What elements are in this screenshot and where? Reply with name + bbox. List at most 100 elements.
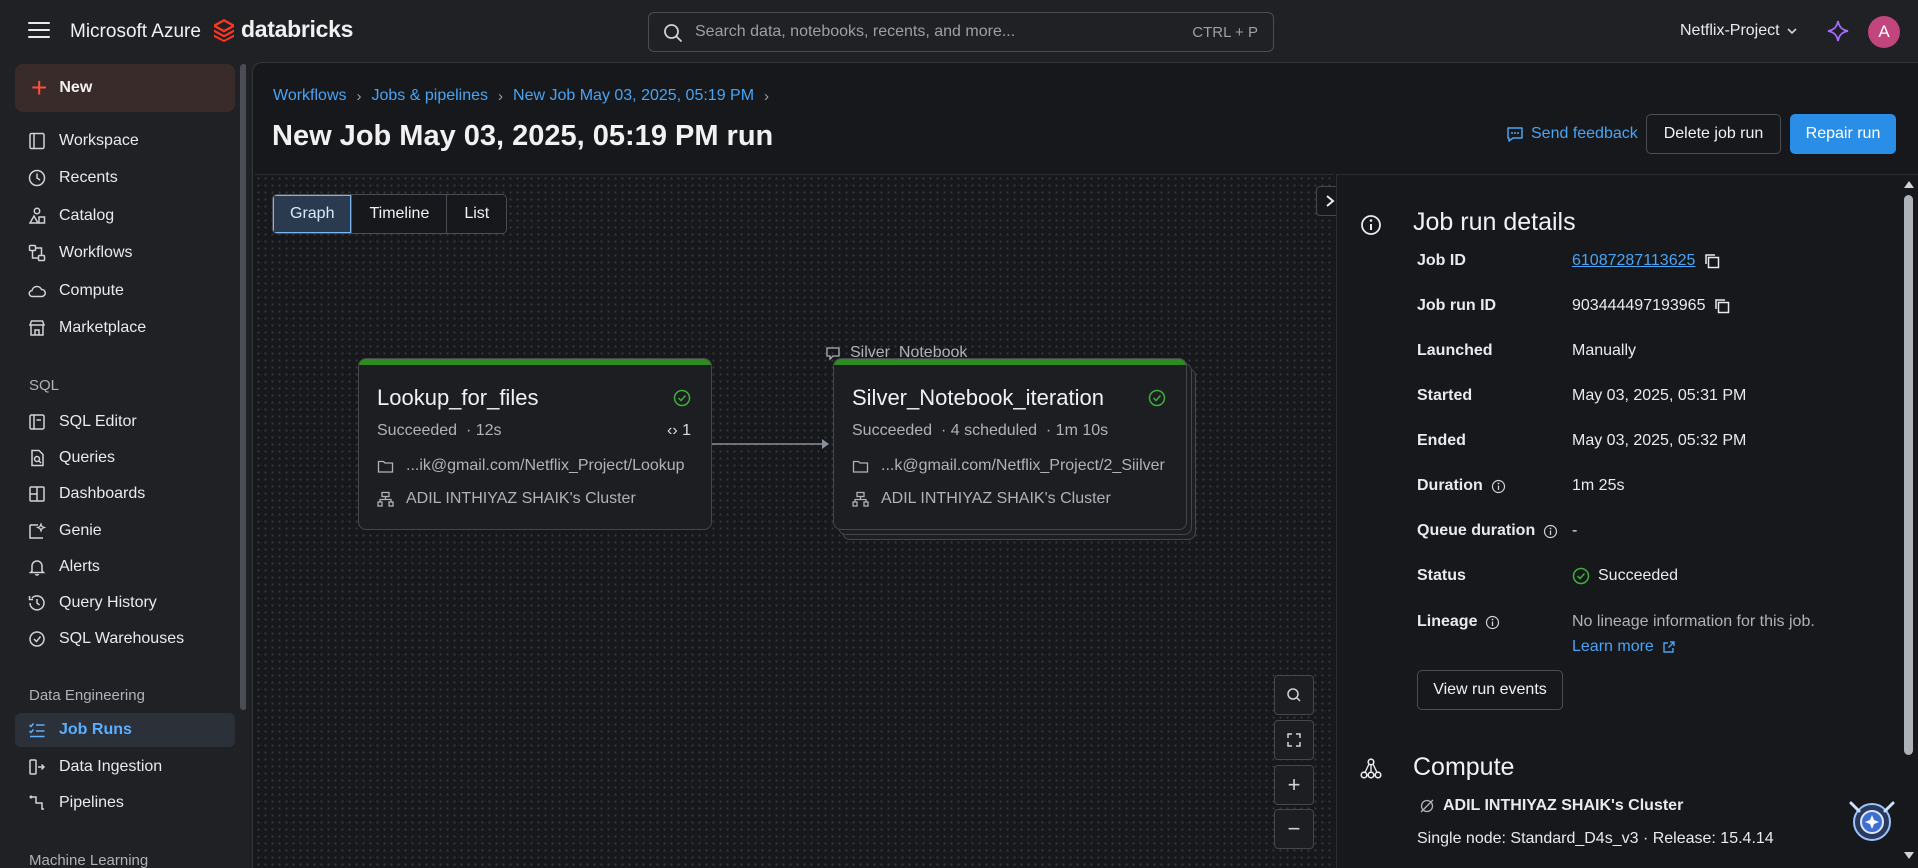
success-check-icon [1148,389,1166,407]
sidebar-item-label: SQL Editor [59,413,137,430]
folder-icon [852,460,869,473]
compute-cluster[interactable]: ADIL INTHIYAZ SHAIK's Cluster [1419,797,1683,815]
job-id-link[interactable]: 61087287113625 [1572,252,1695,270]
sidebar-item-sql-editor[interactable]: SQL Editor [15,405,235,439]
plus-icon: + [1287,772,1301,797]
scroll-down-arrow[interactable] [1904,852,1914,859]
sidebar-item-pipelines[interactable]: Pipelines [15,786,235,820]
breadcrumb-jobs-pipelines[interactable]: Jobs & pipelines [372,87,489,105]
zoom-out-button[interactable]: − [1274,809,1314,849]
breadcrumb-workflows[interactable]: Workflows [273,87,347,105]
repair-run-button[interactable]: Repair run [1790,114,1896,154]
sidebar-item-compute[interactable]: Compute [15,274,235,308]
workflows-icon [28,244,46,262]
job-run-id-label: Job run ID [1417,297,1497,314]
breadcrumb-job[interactable]: New Job May 03, 2025, 05:19 PM [513,87,754,105]
sidebar-item-alerts[interactable]: Alerts [15,550,235,584]
duration-label: Duration [1417,477,1506,495]
duration-value: 1m 25s [1572,477,1625,494]
job-id-label: Job ID [1417,252,1466,269]
sidebar-item-label: Catalog [59,207,115,224]
copy-icon[interactable] [1703,252,1721,270]
sidebar-item-recents[interactable]: Recents [15,161,235,195]
new-button-label: New [59,79,93,96]
sidebar-item-marketplace[interactable]: Marketplace [15,311,235,345]
sidebar-item-query-history[interactable]: Query History [15,586,235,620]
search-input[interactable]: Search data, notebooks, recents, and mor… [648,12,1274,52]
job-graph-canvas[interactable]: Graph Timeline List Lookup_for_files Suc… [255,174,1334,868]
sidebar-item-queries[interactable]: Queries [15,441,235,475]
chevron-down-icon [1787,28,1797,35]
ended-value: May 03, 2025, 05:32 PM [1572,432,1747,449]
info-icon[interactable] [1543,524,1558,539]
task-duration: · 1m 10s [1045,422,1109,439]
sidebar-item-genie[interactable]: Genie [15,514,235,548]
task-node-silver-iteration[interactable]: Silver_Notebook_iteration Succeeded · 4 … [833,358,1187,530]
task-node-lookup[interactable]: Lookup_for_files Succeeded · 12s ‹› 1 ..… [358,358,712,530]
sidebar-item-dashboards[interactable]: Dashboards [15,477,235,511]
task-notebook-path: ...ik@gmail.com/Netflix_Project/Lookup [377,457,685,475]
cluster-icon [377,491,394,507]
search-icon [664,24,683,43]
sidebar-item-label: Marketplace [59,319,147,336]
task-status: Succeeded [852,422,933,439]
assistant-sparkle-icon[interactable] [1826,19,1850,43]
sidebar-item-workflows[interactable]: Workflows [15,236,235,270]
tab-timeline[interactable]: Timeline [352,195,448,233]
task-cluster: ADIL INTHIYAZ SHAIK's Cluster [852,490,1111,508]
fit-view-button[interactable] [1274,720,1314,760]
menu-icon[interactable] [28,22,50,40]
main-content: Workflows › Jobs & pipelines › New Job M… [252,62,1918,868]
top-bar: Microsoft Azure databricks Search data, … [0,0,1918,64]
cluster-off-icon [1420,799,1434,813]
task-duration: · 12s [465,422,502,439]
started-label: Started [1417,387,1473,404]
store-icon [28,320,46,336]
tab-list[interactable]: List [447,195,507,233]
task-cluster-name: ADIL INTHIYAZ SHAIK's Cluster [881,490,1111,507]
external-link-icon [1663,641,1675,653]
workspace-selector[interactable]: Netflix-Project [1680,22,1798,40]
user-avatar[interactable]: A [1868,16,1900,48]
compute-title: Compute [1413,753,1515,781]
queue-duration-label: Queue duration [1417,522,1558,540]
sidebar-scrollbar[interactable] [240,64,246,710]
scroll-thumb[interactable] [1904,195,1913,755]
sidebar-item-workspace[interactable]: Workspace [15,124,235,158]
databricks-logo[interactable]: databricks [213,16,353,43]
learn-more-link[interactable]: Learn more [1572,638,1676,656]
info-icon[interactable] [1491,479,1506,494]
zoom-in-button[interactable]: + [1274,765,1314,805]
code-icon: ‹› [666,422,678,439]
bell-icon [28,560,46,576]
send-feedback-link[interactable]: Send feedback [1505,124,1638,144]
task-cluster-name: ADIL INTHIYAZ SHAIK's Cluster [406,490,636,507]
sidebar-item-label: Workspace [59,132,139,149]
search-icon [1287,688,1301,702]
sidebar-item-label: SQL Warehouses [59,630,185,647]
sidebar-item-job-runs[interactable]: Job Runs [15,713,235,747]
sidebar-item-catalog[interactable]: Catalog [15,199,235,233]
copy-icon[interactable] [1713,297,1731,315]
sidebar-item-label: Queries [59,449,116,466]
zoom-search-button[interactable] [1274,675,1314,715]
view-run-events-button[interactable]: View run events [1417,670,1563,710]
sidebar-item-label: Data Ingestion [59,758,163,775]
status-label: Status [1417,567,1466,584]
delete-job-run-button[interactable]: Delete job run [1646,114,1781,154]
warehouse-icon [29,631,45,647]
tab-graph[interactable]: Graph [273,195,353,233]
sidebar-item-data-ingestion[interactable]: Data Ingestion [15,750,235,784]
sidebar-item-sql-warehouses[interactable]: SQL Warehouses [15,622,235,656]
assistant-bot-icon[interactable] [1843,793,1901,849]
info-icon[interactable] [1485,615,1500,630]
task-cluster: ADIL INTHIYAZ SHAIK's Cluster [377,490,636,508]
success-check-icon [1572,567,1590,585]
new-button[interactable]: + New [15,64,235,112]
scroll-up-arrow[interactable] [1904,181,1914,188]
databricks-wordmark: databricks [241,16,354,42]
send-feedback-label: Send feedback [1531,125,1638,142]
details-scrollbar[interactable] [1904,181,1914,859]
lineage-label-text: Lineage [1417,613,1478,630]
job-run-details-title: Job run details [1413,208,1576,236]
